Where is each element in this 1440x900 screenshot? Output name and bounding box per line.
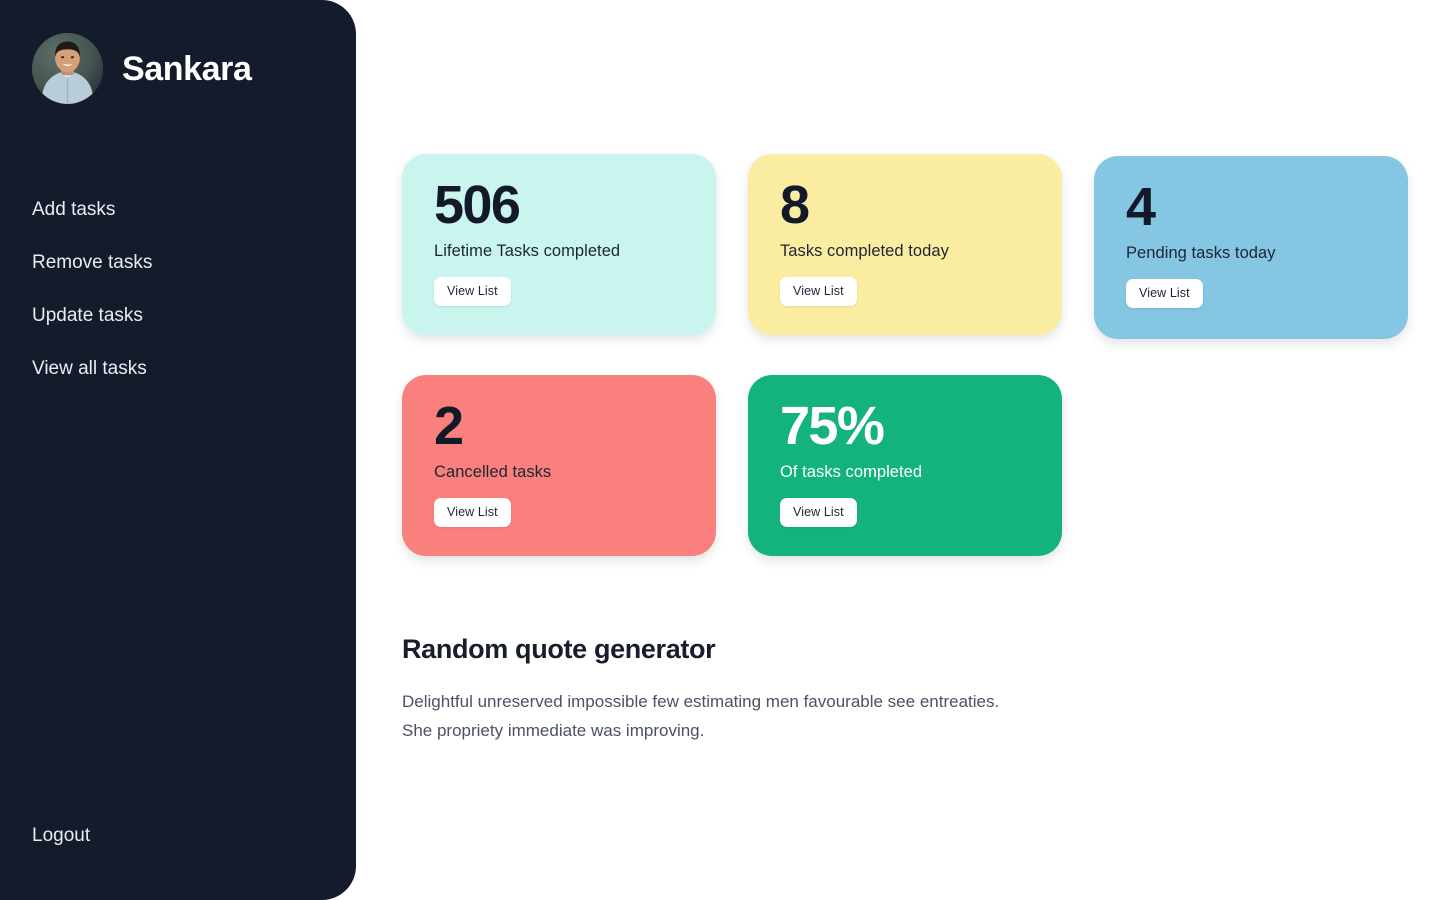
stat-card-row-1: 506 Lifetime Tasks completed View List 8… (402, 154, 1412, 339)
stat-card-cancelled-tasks[interactable]: 2 Cancelled tasks View List (402, 375, 716, 556)
stat-card-label: Of tasks completed (780, 463, 923, 482)
view-list-button[interactable]: View List (434, 277, 511, 307)
stat-card-label: Tasks completed today (780, 242, 949, 261)
stat-card-value: 8 (780, 175, 810, 235)
sidebar-nav: Add tasks Remove tasks Update tasks View… (32, 183, 152, 395)
stat-cards: 506 Lifetime Tasks completed View List 8… (402, 154, 1412, 556)
sidebar-item-update-tasks[interactable]: Update tasks (32, 289, 152, 342)
view-list-button[interactable]: View List (780, 277, 857, 307)
stat-card-label: Cancelled tasks (434, 463, 552, 482)
stat-card-completed-today[interactable]: 8 Tasks completed today View List (748, 154, 1062, 335)
view-list-button[interactable]: View List (780, 498, 857, 528)
sidebar-item-remove-tasks[interactable]: Remove tasks (32, 236, 152, 289)
quote-title: Random quote generator (402, 634, 716, 664)
stat-card-value: 4 (1126, 177, 1156, 237)
sidebar-item-view-all-tasks[interactable]: View all tasks (32, 342, 152, 395)
stat-card-lifetime-tasks[interactable]: 506 Lifetime Tasks completed View List (402, 154, 716, 335)
stat-card-row-2: 2 Cancelled tasks View List 75% Of tasks… (402, 375, 1412, 556)
stat-card-value: 506 (434, 175, 521, 235)
stat-card-value: 2 (434, 396, 464, 456)
logout-button[interactable]: Logout (32, 824, 90, 848)
brand-name: Sankara (122, 49, 252, 88)
dashboard-page: Sankara Add tasks Remove tasks Update ta… (0, 0, 1440, 900)
quote-text: Delightful unreserved impossible few est… (402, 692, 1000, 740)
stat-card-percent-completed[interactable]: 75% Of tasks completed View List (748, 375, 1062, 556)
stat-card-value: 75% (780, 396, 885, 456)
sidebar: Sankara Add tasks Remove tasks Update ta… (0, 0, 356, 900)
sidebar-item-add-tasks[interactable]: Add tasks (32, 183, 152, 236)
view-list-button[interactable]: View List (1126, 279, 1203, 309)
stat-card-label: Pending tasks today (1126, 244, 1276, 263)
brand-header: Sankara (32, 33, 252, 104)
avatar (32, 33, 103, 104)
main-content: 506 Lifetime Tasks completed View List 8… (356, 0, 1440, 900)
view-list-button[interactable]: View List (434, 498, 511, 528)
quote-section: Random quote generator Delightful unrese… (402, 632, 1042, 745)
stat-card-pending-today[interactable]: 4 Pending tasks today View List (1094, 156, 1408, 339)
stat-card-label: Lifetime Tasks completed (434, 242, 621, 261)
